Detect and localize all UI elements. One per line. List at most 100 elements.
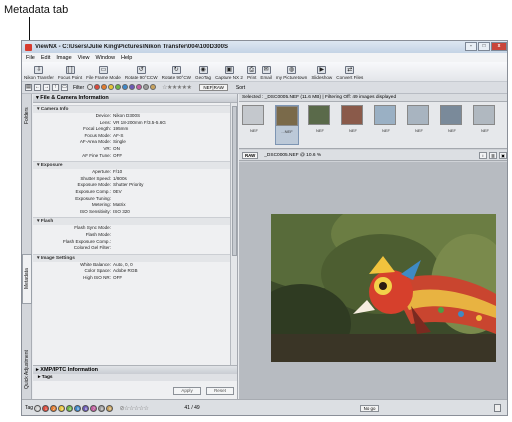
metadata-row: Aperture: F/10 [33, 169, 231, 176]
info-icon[interactable]: i [479, 151, 487, 159]
label-dot-1[interactable]: 1 [42, 404, 50, 412]
thumbnail[interactable]: NEF [473, 105, 497, 145]
filter-label-dot[interactable] [143, 83, 150, 90]
up-folder-icon[interactable]: ↑ [52, 84, 59, 91]
thumbnail[interactable]: NEF [374, 105, 398, 145]
filter-label-dot[interactable] [101, 83, 108, 90]
label-dot-6[interactable]: 6 [82, 404, 90, 412]
menu-file[interactable]: File [26, 55, 35, 61]
menu-view[interactable]: View [78, 55, 90, 61]
rotate-cw-button[interactable]: ↻ Rotate 90°CW [162, 66, 191, 80]
label-dot-3[interactable]: 3 [58, 404, 66, 412]
xmp-iptc-header[interactable]: ▸ XMP/IPTC Information [33, 365, 237, 374]
menu-edit[interactable]: Edit [41, 55, 50, 61]
menu-help[interactable]: Help [121, 55, 132, 61]
metadata-value: F/10 [113, 169, 123, 175]
thumbnail-caption: NEF [382, 128, 390, 133]
metadata-row: Shutter Speed: 1/800s [33, 176, 231, 183]
tab-quick-adjustment[interactable]: Quick Adjustment [22, 344, 32, 396]
metadata-section-header[interactable]: ▾ Flash [33, 217, 231, 226]
metadata-row: Lens: VR 18-200mm F/3.5-5.6G [33, 120, 231, 127]
filter-label-dot[interactable] [115, 83, 122, 90]
filter-label-dot[interactable] [122, 83, 129, 90]
label-dot-8[interactable]: 8 [98, 404, 106, 412]
label-dot-0[interactable]: 0 [34, 404, 42, 412]
tab-folders[interactable]: Folders [22, 98, 32, 134]
rating-stars[interactable]: ⊘☆☆☆☆☆ [119, 405, 148, 412]
geotag-icon: ◉ [198, 66, 208, 74]
thumbnail[interactable]: NEF [440, 105, 464, 145]
capture-nx2-button[interactable]: ▣ Capture NX 2 [215, 66, 243, 80]
filter-label-dot[interactable] [94, 83, 101, 90]
menu-window[interactable]: Window [95, 55, 115, 61]
focus-point-button[interactable]: [ ] Focus Point [58, 66, 82, 80]
close-button[interactable]: x [491, 42, 507, 51]
status-line: Selected : _DSC0005.NEF (11.6 MB) | Filt… [239, 94, 507, 102]
filter-label-dot[interactable] [87, 83, 94, 90]
tag-label: Tag [25, 405, 34, 411]
thumbnail[interactable]: NEF [341, 105, 365, 145]
label-dot-7[interactable]: 7 [90, 404, 98, 412]
metadata-key: Flash Mode: [85, 231, 111, 237]
label-dot-2[interactable]: 2 [50, 404, 58, 412]
file-type-select[interactable]: NEF|RAW [199, 84, 228, 91]
viewer-file-label: _DSC0005.NEF @ 10.6 % [264, 152, 322, 158]
picturetown-button[interactable]: ◍ my Picturetown [276, 66, 307, 80]
metadata-value: Shutter Priority [113, 182, 144, 188]
thumbnail[interactable]: NEF [407, 105, 431, 145]
callout-label: Metadata tab [4, 4, 69, 16]
trash-icon[interactable] [494, 404, 501, 412]
metadata-value: AF-S [113, 132, 124, 138]
maximize-button[interactable]: □ [478, 42, 490, 51]
metadata-key: Color Space: [84, 268, 111, 274]
filter-label-dot[interactable] [129, 83, 136, 90]
filter-label-dot[interactable] [108, 83, 115, 90]
back-icon[interactable]: ← [34, 84, 41, 91]
rotate-ccw-button[interactable]: ↺ Rotate 90°CCW [125, 66, 158, 80]
apply-button[interactable]: Apply [173, 386, 201, 395]
browse-icon[interactable]: ▭ [61, 84, 68, 91]
no-go-select[interactable]: No go [359, 404, 380, 412]
nikon-transfer-button[interactable]: ⇩ Nikon Transfer [24, 66, 54, 80]
show-hide-panel-icon[interactable]: ▤ [25, 84, 32, 91]
rating-filter[interactable]: ☆★★★★★ [162, 84, 192, 91]
metadata-section-header[interactable]: ▾ Image Settings [33, 253, 231, 262]
metadata-value [113, 196, 231, 203]
thumbnail[interactable]: NEF [242, 105, 266, 145]
histogram-icon[interactable]: ▥ [489, 151, 497, 159]
raw-badge[interactable]: RAW [242, 151, 259, 159]
convert-files-button[interactable]: ⇄ Convert Files [336, 66, 363, 80]
toolbar: ⇩ Nikon Transfer [ ] Focus Point ▭ File Frame… [22, 62, 507, 82]
filter-label-dot[interactable] [150, 83, 157, 90]
toolbar-label: Convert Files [336, 75, 364, 80]
title-bar: ViewNX - C:\Users\Julie King\Pictures\Ni… [22, 41, 507, 53]
minimize-button[interactable]: - [465, 42, 477, 51]
label-dot-9[interactable]: 9 [106, 404, 114, 412]
metadata-row: Exposure Mode: Shutter Priority [33, 182, 231, 189]
metadata-value: 195mm [113, 126, 129, 132]
thumbnail[interactable]: NEF [308, 105, 332, 145]
print-button[interactable]: ⎙ Print [247, 66, 256, 80]
menu-image[interactable]: Image [56, 55, 71, 61]
window-title: ViewNX - C:\Users\Julie King\Pictures\Ni… [35, 44, 228, 50]
file-camera-info-header[interactable]: ▾ File & Camera Information [33, 94, 237, 103]
tab-metadata[interactable]: Metadata [22, 254, 32, 304]
forward-icon[interactable]: → [43, 84, 50, 91]
geotag-button[interactable]: ◉ GeoTag [195, 66, 211, 80]
metadata-section-header[interactable]: ▾ Camera Info [33, 105, 231, 113]
reset-button[interactable]: Reset [206, 386, 234, 395]
photo-dragon-puppet[interactable] [271, 214, 496, 362]
tags-header[interactable]: ▸ Tags [33, 374, 237, 381]
filter-label-dot[interactable] [136, 83, 143, 90]
slideshow-button[interactable]: ▶ Slideshow [311, 66, 332, 80]
thumbnail[interactable]: ...NEF [275, 105, 299, 145]
metadata-section-header[interactable]: ▾ Exposure [33, 161, 231, 170]
label-dot-5[interactable]: 5 [74, 404, 82, 412]
metadata-row: Flash Sync Mode: [33, 225, 231, 232]
label-dot-4[interactable]: 4 [66, 404, 74, 412]
fit-icon[interactable]: ▣ [499, 151, 507, 159]
metadata-scrollbar[interactable] [230, 103, 237, 365]
file-frame-mode-button[interactable]: ▭ File Frame Mode [86, 66, 121, 80]
sort-button[interactable]: Sort [236, 85, 245, 91]
email-button[interactable]: ✉ Email [260, 66, 272, 80]
